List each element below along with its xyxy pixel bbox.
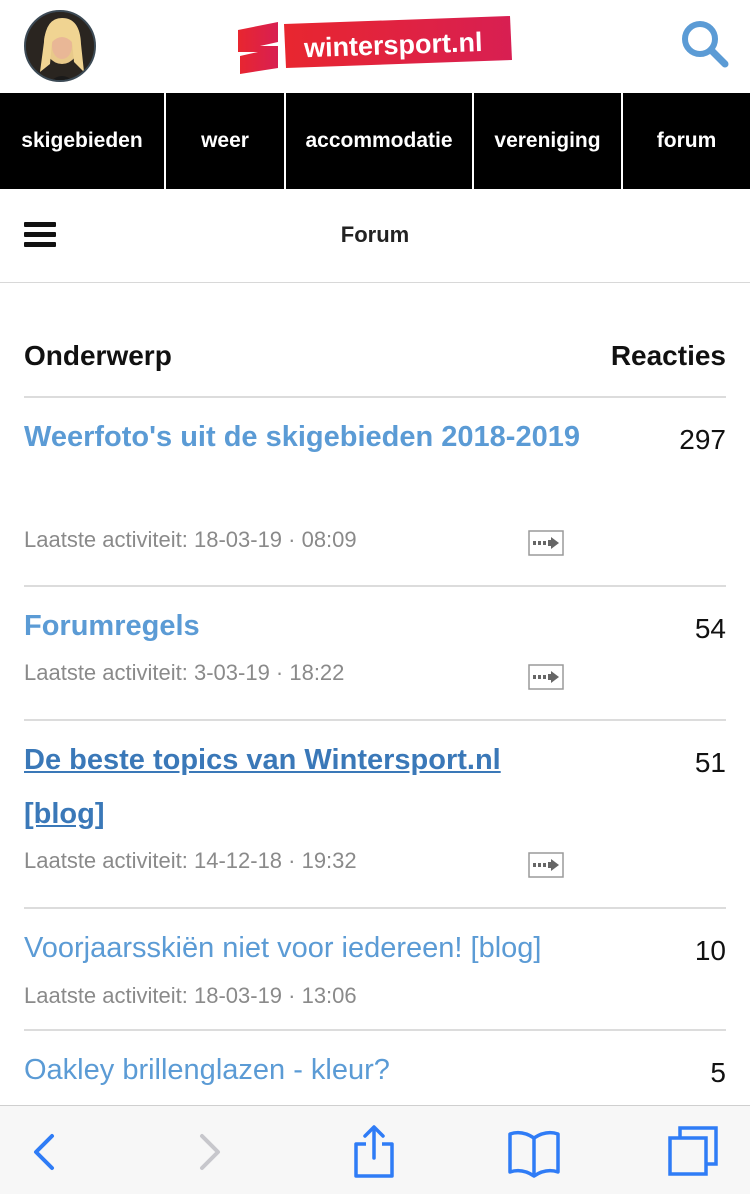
page-title: Forum <box>340 222 410 247</box>
nav-item-skigebieden[interactable]: skigebieden <box>0 93 164 189</box>
search-button[interactable] <box>678 18 732 72</box>
table-header: Onderwerp Reacties <box>24 340 726 398</box>
nav-item-vereniging[interactable]: vereniging <box>474 93 621 189</box>
last-activity: Laatste activiteit: 18-03-19 · 08:09 <box>24 527 357 552</box>
nav-item-label: vereniging <box>494 129 601 152</box>
bookmarks-icon[interactable] <box>506 1124 562 1180</box>
tabs-icon[interactable] <box>666 1124 722 1180</box>
go-to-last-post-icon[interactable] <box>528 664 564 690</box>
nav-item-weer[interactable]: weer <box>166 93 284 189</box>
table-row: De beste topics van Wintersport.nl [blog… <box>24 721 726 909</box>
search-icon <box>682 21 729 68</box>
forward-icon[interactable] <box>182 1124 238 1180</box>
topic-link[interactable]: Forumregels <box>24 599 584 653</box>
nav-item-label: accommodatie <box>305 129 453 152</box>
nav-item-forum[interactable]: forum <box>623 93 750 189</box>
table-row: Voorjaarsskiën niet voor iedereen! [blog… <box>24 909 726 1031</box>
topic-link[interactable]: Voorjaarsskiën niet voor iedereen! [blog… <box>24 921 644 975</box>
back-icon[interactable] <box>16 1124 72 1180</box>
nav-item-label: weer <box>201 129 249 152</box>
browser-toolbar <box>0 1105 750 1194</box>
reply-count: 5 <box>710 1057 726 1088</box>
nav-item-label: forum <box>656 129 717 152</box>
topic-link[interactable]: De beste topics van Wintersport.nl [blog… <box>24 733 544 841</box>
column-header-subject: Onderwerp <box>24 340 172 371</box>
svg-text:wintersport.nl: wintersport.nl <box>302 27 482 63</box>
go-to-last-post-icon[interactable] <box>528 852 564 878</box>
main-nav: skigebieden weer accommodatie vereniging… <box>0 93 750 189</box>
reply-count: 54 <box>694 613 726 644</box>
last-activity: Laatste activiteit: 3-03-19 · 18:22 <box>24 660 345 685</box>
avatar[interactable] <box>24 10 96 82</box>
table-row: Oakley brillenglazen - kleur? 5 <box>24 1031 726 1105</box>
reply-count: 10 <box>694 935 726 966</box>
last-activity: Laatste activiteit: 18-03-19 · 13:06 <box>24 983 357 1008</box>
avatar-photo-icon <box>26 12 94 80</box>
reply-count: 51 <box>694 747 726 778</box>
share-icon[interactable] <box>346 1124 402 1180</box>
nav-item-accommodatie[interactable]: accommodatie <box>286 93 472 189</box>
reply-count: 297 <box>679 424 726 455</box>
wintersport-logo[interactable]: wintersport.nl <box>238 16 514 78</box>
table-row: Forumregels 54 Laatste activiteit: 3-03-… <box>24 587 726 721</box>
section-header: Forum <box>0 189 750 283</box>
topic-link[interactable]: Weerfoto's uit de skigebieden 2018-2019 <box>24 410 584 464</box>
column-header-replies: Reacties <box>610 340 726 371</box>
nav-item-label: skigebieden <box>21 129 143 152</box>
last-activity: Laatste activiteit: 14-12-18 · 19:32 <box>24 848 357 873</box>
table-row: Weerfoto's uit de skigebieden 2018-2019 … <box>24 410 726 587</box>
top-header: wintersport.nl <box>0 0 750 93</box>
topic-link[interactable]: Oakley brillenglazen - kleur? <box>24 1043 644 1097</box>
go-to-last-post-icon[interactable] <box>528 530 564 556</box>
